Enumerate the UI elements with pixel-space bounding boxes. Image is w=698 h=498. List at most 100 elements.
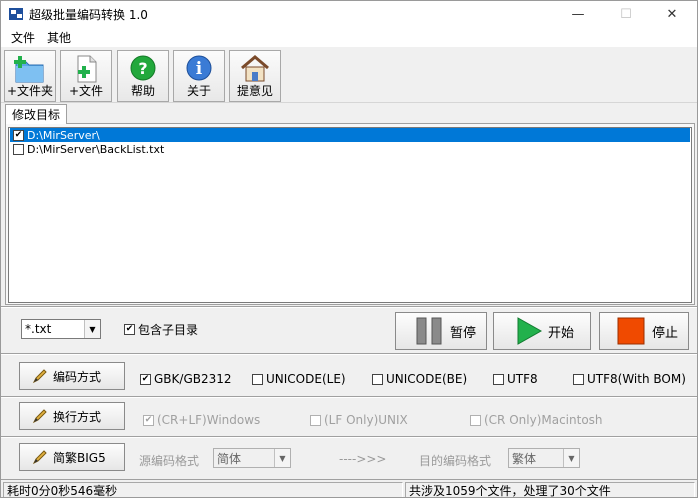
chevron-down-icon[interactable]: ▼ [563, 449, 579, 467]
encoding-mode-button[interactable]: 编码方式 [19, 362, 125, 390]
start-label: 开始 [548, 325, 575, 341]
line-ending-option-mac[interactable]: (CR Only)Macintosh [467, 413, 603, 427]
help-button[interactable]: ? 帮助 [117, 50, 169, 102]
svg-text:?: ? [138, 59, 147, 78]
play-icon [517, 317, 543, 345]
separator [1, 436, 697, 438]
menu-file[interactable]: 文件 [5, 29, 41, 46]
source-encoding-combo[interactable]: 简体 ▼ [213, 448, 291, 468]
add-file-button[interactable]: +文件 [60, 50, 112, 102]
encoding-checkbox[interactable] [573, 373, 584, 385]
close-button[interactable]: ✕ [649, 1, 695, 27]
target-encoding-value: 繁体 [512, 451, 537, 466]
chevron-down-icon[interactable]: ▼ [274, 449, 290, 467]
start-button[interactable]: 开始 [493, 312, 591, 350]
pause-icon [416, 317, 442, 345]
target-checkbox[interactable] [13, 129, 24, 141]
add-folder-button[interactable]: +文件夹 [4, 50, 56, 102]
big5-mode-button[interactable]: 简繁BIG5 [19, 443, 125, 471]
app-window: 超级批量编码转换 1.0 — ☐ ✕ 文件 其他 +文件夹 +文件 ? 帮助 i… [0, 0, 698, 498]
encoding-checkbox[interactable] [140, 373, 151, 385]
help-icon: ? [130, 55, 156, 81]
include-subdirs-label: 包含子目录 [138, 323, 199, 337]
add-file-label: +文件 [68, 84, 104, 98]
conversion-arrow: ---->>> [339, 452, 387, 466]
big5-mode-label: 简繁BIG5 [53, 450, 106, 465]
encoding-option-label: UNICODE(BE) [386, 372, 468, 386]
target-path: D:\MirServer\ [27, 128, 100, 142]
line-ending-mode-button[interactable]: 换行方式 [19, 402, 125, 430]
encoding-checkbox[interactable] [372, 373, 383, 385]
encoding-checkbox[interactable] [493, 373, 504, 385]
menu-other[interactable]: 其他 [41, 29, 77, 46]
separator [1, 396, 697, 398]
stop-button[interactable]: 停止 [599, 312, 689, 350]
include-subdirs-checkbox[interactable] [124, 324, 135, 335]
encoding-checkbox[interactable] [252, 373, 263, 385]
encoding-mode-label: 编码方式 [53, 369, 102, 384]
pencil-icon [32, 409, 47, 424]
target-checkbox[interactable] [13, 143, 24, 155]
toolbar: +文件夹 +文件 ? 帮助 i 关于 提意见 [1, 47, 697, 103]
line-ending-option-label: (CR Only)Macintosh [484, 413, 603, 427]
about-label: 关于 [186, 84, 211, 98]
pencil-icon [32, 450, 47, 465]
encoding-option-label: UTF8 [507, 372, 538, 386]
home-icon [241, 55, 269, 82]
pause-button[interactable]: 暂停 [395, 312, 487, 350]
include-subdirs-option[interactable]: 包含子目录 [121, 321, 198, 338]
window-title: 超级批量编码转换 1.0 [29, 8, 148, 22]
feedback-button[interactable]: 提意见 [229, 50, 281, 102]
encoding-option-label: UTF8(With BOM) [587, 372, 686, 386]
summary-status: 共涉及1059个文件，处理了30个文件 [405, 482, 695, 497]
svg-text:i: i [196, 59, 203, 79]
stop-label: 停止 [652, 325, 679, 341]
encoding-option-label: UNICODE(LE) [266, 372, 346, 386]
list-item[interactable]: D:\MirServer\ [10, 128, 690, 142]
status-bar: 耗时0分0秒546毫秒 共涉及1059个文件，处理了30个文件 [1, 479, 697, 497]
stop-icon [617, 317, 645, 345]
pattern-value: *.txt [25, 322, 52, 336]
encoding-option-utf8[interactable]: UTF8 [490, 372, 538, 386]
encoding-option-label: GBK/GB2312 [154, 372, 232, 386]
file-add-icon [77, 55, 97, 83]
target-encoding-label: 目的编码格式 [419, 454, 492, 468]
separator [1, 306, 697, 308]
target-encoding-combo[interactable]: 繁体 ▼ [508, 448, 580, 468]
pencil-icon [32, 369, 47, 384]
encoding-option-unicode-be[interactable]: UNICODE(BE) [369, 372, 467, 386]
source-encoding-value: 简体 [217, 451, 242, 466]
help-label: 帮助 [130, 84, 155, 98]
pattern-combo[interactable]: *.txt ▼ [21, 319, 101, 339]
line-ending-option-label: (CR+LF)Windows [157, 413, 261, 427]
folder-add-icon [14, 56, 44, 83]
list-item[interactable]: D:\MirServer\BackList.txt [10, 142, 690, 156]
line-ending-checkbox[interactable] [143, 414, 154, 426]
menu-bar: 文件 其他 [1, 27, 697, 47]
line-ending-option-windows[interactable]: (CR+LF)Windows [140, 413, 260, 427]
line-ending-checkbox[interactable] [470, 414, 481, 426]
line-ending-option-label: (LF Only)UNIX [324, 413, 408, 427]
encoding-option-gbk[interactable]: GBK/GB2312 [137, 372, 232, 386]
source-encoding-label: 源编码格式 [139, 454, 200, 468]
title-bar: 超级批量编码转换 1.0 — ☐ ✕ [1, 1, 697, 27]
app-icon [9, 8, 23, 20]
target-list[interactable]: D:\MirServer\ D:\MirServer\BackList.txt [8, 127, 692, 303]
minimize-button[interactable]: — [555, 1, 601, 27]
info-icon: i [186, 55, 212, 81]
line-ending-checkbox[interactable] [310, 414, 321, 426]
pause-label: 暂停 [450, 325, 477, 341]
chevron-down-icon[interactable]: ▼ [84, 320, 100, 338]
add-folder-label: +文件夹 [6, 84, 54, 98]
separator [1, 353, 697, 355]
encoding-option-utf8-bom[interactable]: UTF8(With BOM) [570, 372, 686, 386]
target-path: D:\MirServer\BackList.txt [27, 142, 165, 156]
elapsed-status: 耗时0分0秒546毫秒 [3, 482, 403, 497]
about-button[interactable]: i 关于 [173, 50, 225, 102]
line-ending-option-unix[interactable]: (LF Only)UNIX [307, 413, 408, 427]
feedback-label: 提意见 [236, 84, 273, 98]
line-ending-mode-label: 换行方式 [53, 409, 102, 424]
maximize-button[interactable]: ☐ [603, 1, 649, 27]
tab-targets[interactable]: 修改目标 [5, 104, 67, 124]
encoding-option-unicode-le[interactable]: UNICODE(LE) [249, 372, 346, 386]
